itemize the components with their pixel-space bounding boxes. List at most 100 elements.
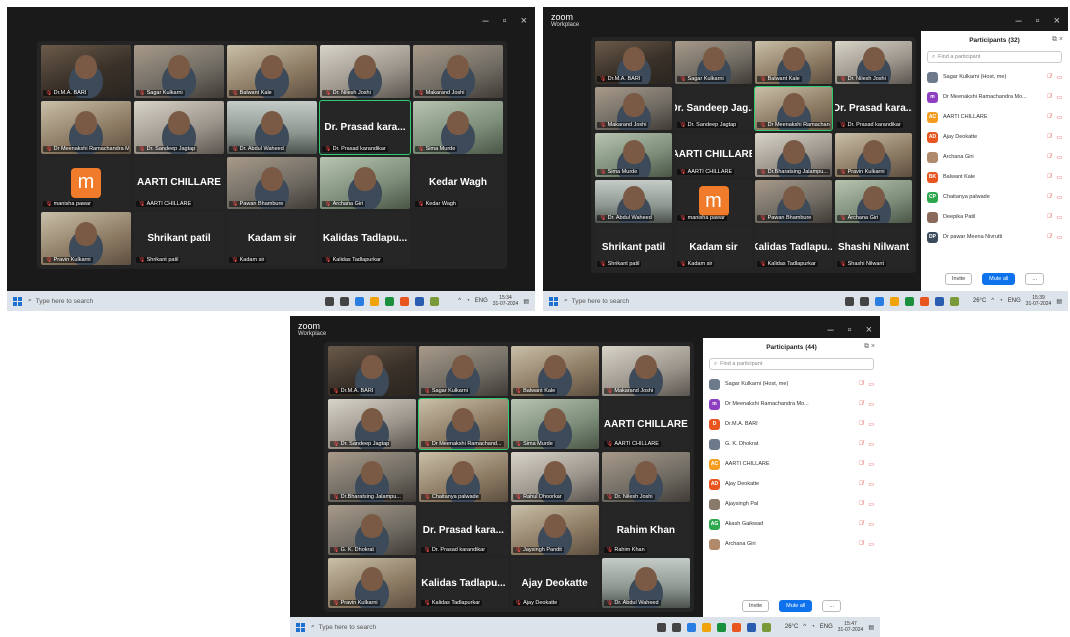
clock[interactable]: 15:39 31-07-2024 (1026, 295, 1052, 307)
camera-off-icon[interactable]: ▭ (868, 521, 874, 528)
participant-tile[interactable]: Shrikant patil 🎙 Shrikant patil (595, 225, 672, 269)
network-icon[interactable]: ◔ (811, 624, 815, 630)
mic-muted-icon[interactable]: 🎙̸ (859, 421, 864, 427)
camera-off-icon[interactable]: ▭ (868, 441, 874, 448)
participant-tile[interactable]: 🎙 Chaitanya palwade (419, 452, 508, 502)
participant-row[interactable]: Archana Giri 🎙̸ ▭ (703, 534, 880, 554)
participant-tile[interactable]: 🎙 Makarand Joshi (413, 45, 503, 98)
close-button[interactable]: × (866, 324, 872, 336)
participant-row[interactable]: m Dr Meenakshi Ramachandra Mo... 🎙̸ ▭ (921, 87, 1068, 107)
participant-tile[interactable]: Kalidas Tadlapu... 🎙 Kalidas Tadlapurkar (755, 225, 832, 269)
more-button[interactable]: ... (822, 600, 841, 612)
participant-tile[interactable]: Kadam sir 🎙 Kadam sir (675, 225, 752, 269)
participant-tile[interactable]: 🎙Dr Meenakshi Ramachand... (754, 86, 833, 132)
taskbar-app-icon[interactable] (716, 622, 726, 632)
participant-tile[interactable]: 🎙 Archana Giri (835, 179, 912, 223)
taskbar-app-icon[interactable] (731, 622, 741, 632)
chevron-up-icon[interactable]: ^ (803, 624, 806, 630)
mic-muted-icon[interactable]: 🎙̸ (1047, 194, 1052, 200)
maximize-button[interactable]: ▫ (848, 324, 852, 336)
taskbar-app-icon[interactable] (889, 296, 899, 306)
participant-tile[interactable]: 🎙 Dr Meenakshi Ramachandra M... (41, 100, 131, 154)
notification-icon[interactable]: ▤ (868, 624, 874, 631)
participant-tile[interactable]: AARTI CHILLARE 🎙 AARTI CHILLARE (134, 156, 224, 210)
participant-tile[interactable]: 🎙 Pravin Kulkarni (835, 133, 912, 177)
participant-tile[interactable]: 🎙 Dr. Nilesh Joshi (601, 452, 690, 502)
camera-off-icon[interactable]: ▭ (1056, 174, 1062, 181)
taskbar-app-icon[interactable] (949, 296, 959, 306)
participant-tile[interactable]: AARTI CHILLARE 🎙 AARTI CHILLARE (601, 399, 690, 449)
mic-muted-icon[interactable]: 🎙̸ (1047, 174, 1052, 180)
participant-tile[interactable]: 🎙 Sagar Kulkarni (675, 41, 752, 85)
taskbar-app-icon[interactable] (415, 296, 425, 306)
language-indicator[interactable]: ENG (820, 624, 833, 630)
participant-tile[interactable]: 🎙 Makarand Joshi (595, 87, 672, 131)
language-indicator[interactable]: ENG (1008, 298, 1021, 304)
taskbar-app-icon[interactable] (430, 296, 440, 306)
taskbar-app-icon[interactable] (340, 296, 350, 306)
taskbar-app-icon[interactable] (859, 296, 869, 306)
participant-search-input[interactable]: ⌕ Find a participant (927, 51, 1062, 63)
participant-row[interactable]: Ajaysingh Pal 🎙̸ ▭ (703, 494, 880, 514)
participant-tile[interactable]: 🎙Dr Meenakshi Ramachand... (418, 398, 509, 450)
participant-row[interactable]: G. K. Dhokrat 🎙̸ ▭ (703, 434, 880, 454)
participant-tile[interactable]: Kalidas Tadlapu... 🎙 Kalidas Tadlapurkar (320, 212, 410, 265)
participant-row[interactable]: AC AARTI CHILLARE 🎙̸ ▭ (921, 107, 1068, 127)
participant-row[interactable]: m Dr Meenakshi Ramachandra Mo... 🎙̸ ▭ (703, 394, 880, 414)
camera-off-icon[interactable]: ▭ (868, 401, 874, 408)
participant-row[interactable]: BK Balwant Kale 🎙̸ ▭ (921, 167, 1068, 187)
participant-tile[interactable]: 🎙 Dr. Sandeep Jagtap (328, 399, 417, 449)
participant-tile[interactable]: Kedar Wagh 🎙 Kedar Wagh (413, 156, 503, 210)
maximize-button[interactable]: ▫ (503, 15, 507, 27)
taskbar-app-icon[interactable] (656, 622, 666, 632)
participant-tile[interactable]: 🎙 Makarand Joshi (601, 346, 690, 396)
camera-off-icon[interactable]: ▭ (868, 541, 874, 548)
participant-tile[interactable]: 🎙 Dr.Bharatsing Jalampu... (328, 452, 417, 502)
participant-tile[interactable]: m 🎙 manisha pawar (41, 156, 131, 210)
mic-muted-icon[interactable]: 🎙̸ (1047, 94, 1052, 100)
taskbar-app-icon[interactable] (761, 622, 771, 632)
participant-tile[interactable]: 🎙 Balwant Kale (755, 41, 832, 85)
mic-muted-icon[interactable]: 🎙̸ (859, 461, 864, 467)
taskbar-app-icon[interactable] (686, 622, 696, 632)
mic-muted-icon[interactable]: 🎙̸ (1047, 234, 1052, 240)
mute-all-button[interactable]: Mute all (982, 273, 1016, 285)
language-indicator[interactable]: ENG (475, 298, 488, 304)
taskbar-app-icon[interactable] (370, 296, 380, 306)
participant-row[interactable]: AC AARTI CHILLARE 🎙̸ ▭ (703, 454, 880, 474)
participant-tile[interactable]: 🎙 Sima Murde (510, 399, 599, 449)
participant-tile[interactable]: Shashi Nilwant 🎙 Shashi Nilwant (835, 225, 912, 269)
participant-tile[interactable]: 🎙 Dr. Abdul Waheed (601, 558, 690, 608)
taskbar-app-icon[interactable] (904, 296, 914, 306)
participant-tile[interactable]: 🎙 Balwant Kale (227, 45, 317, 98)
clock[interactable]: 15:34 31-07-2024 (493, 295, 519, 307)
popout-close-icons[interactable]: ⧉ × (864, 343, 875, 351)
taskbar-app-icon[interactable] (671, 622, 681, 632)
participant-tile[interactable]: 🎙 Dr.Bharatsing Jalampu... (755, 133, 832, 177)
clock[interactable]: 15:47 31-07-2024 (838, 621, 864, 633)
participant-tile[interactable]: 🎙 Sagar Kulkarni (134, 45, 224, 98)
participant-tile[interactable]: 🎙 Archana Giri (320, 156, 410, 210)
windows-start-icon[interactable] (549, 296, 558, 306)
notification-icon[interactable]: ▤ (1056, 298, 1062, 305)
network-icon[interactable]: ◔ (466, 298, 470, 304)
taskbar-app-icon[interactable] (874, 296, 884, 306)
camera-off-icon[interactable]: ▭ (868, 501, 874, 508)
mic-muted-icon[interactable]: 🎙̸ (859, 501, 864, 507)
windows-start-icon[interactable] (296, 622, 305, 632)
mic-muted-icon[interactable]: 🎙̸ (859, 401, 864, 407)
participant-tile[interactable]: 🎙 Rahul Dhoorkar (510, 452, 599, 502)
mic-muted-icon[interactable]: 🎙̸ (1047, 114, 1052, 120)
participant-tile[interactable]: 🎙 Pravin Kulkarni (328, 558, 417, 608)
taskbar-search[interactable]: ⌕ Type here to search (311, 623, 441, 631)
mic-muted-icon[interactable]: 🎙̸ (859, 521, 864, 527)
taskbar-search[interactable]: ⌕ Type here to search (28, 297, 158, 305)
participant-tile[interactable]: 🎙 Dr.M.A. BARI (328, 346, 417, 396)
participant-tile[interactable]: 🎙 Pawan Bhambure (227, 156, 317, 210)
camera-off-icon[interactable]: ▭ (1056, 74, 1062, 81)
participant-search-input[interactable]: ⌕ Find a participant (709, 358, 874, 370)
invite-button[interactable]: Invite (944, 273, 973, 285)
camera-off-icon[interactable]: ▭ (868, 461, 874, 468)
camera-off-icon[interactable]: ▭ (1056, 114, 1062, 121)
participant-tile[interactable]: Ajay Deokatte 🎙 Ajay Deokatte (510, 558, 599, 608)
